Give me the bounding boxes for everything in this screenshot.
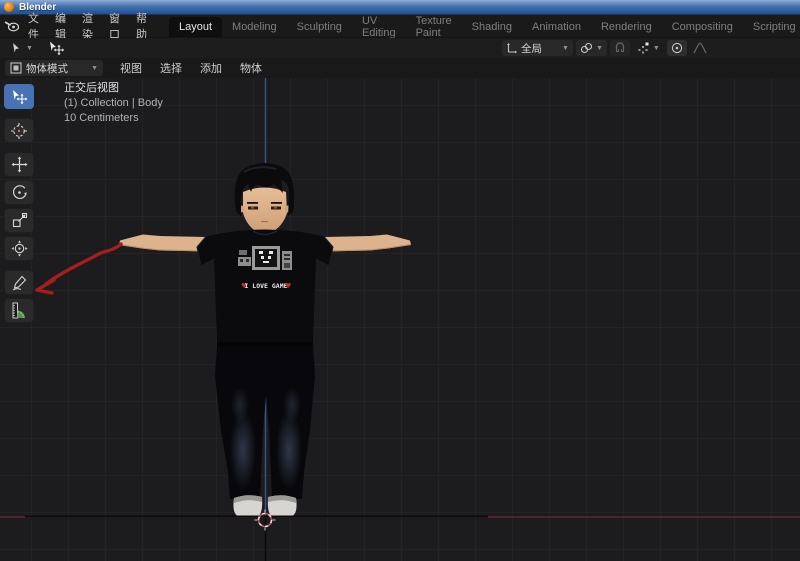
pants-knee-highlight-left (231, 387, 249, 423)
os-title-bar[interactable]: Blender (0, 0, 800, 15)
menu-object[interactable]: 物体 (231, 60, 271, 76)
tool-cursor[interactable] (4, 118, 34, 143)
pivot-point-dropdown[interactable]: ▼ (575, 40, 607, 56)
pants-shin-highlight-right (276, 410, 302, 490)
rotate-icon (12, 185, 27, 199)
move-icon (11, 156, 27, 173)
tweak-tool-icon[interactable] (47, 41, 65, 56)
snap-target-icon (637, 42, 650, 54)
right-eye-glint (274, 207, 277, 209)
tool-scale[interactable] (4, 208, 34, 233)
cursor-tool-icon (11, 122, 27, 139)
annotate-pencil-icon (12, 275, 26, 291)
tool-annotate[interactable] (4, 270, 34, 295)
tab-shading[interactable]: Shading (462, 17, 522, 37)
viewport-3d[interactable] (0, 78, 800, 561)
pivot-point-icon (580, 42, 593, 54)
transform-orientation-dropdown[interactable]: 全局 ▼ (502, 40, 573, 56)
menu-render[interactable]: 渲染 (74, 13, 101, 41)
chevron-down-icon: ▼ (595, 44, 603, 52)
pants-shin-highlight-left (230, 410, 256, 490)
tool-settings-bar: ▼ 全局 ▼ ▼ ▼ (0, 38, 800, 58)
tweak-select-icon (13, 89, 28, 104)
menu-file[interactable]: 文件 (20, 13, 47, 41)
snap-toggle-button[interactable] (609, 40, 630, 56)
viewport-menus: 视图 选择 添加 物体 (111, 60, 271, 76)
tab-uv-editing[interactable]: UV Editing (352, 15, 406, 39)
tool-move[interactable] (4, 152, 34, 177)
menu-select[interactable]: 选择 (151, 60, 191, 76)
scale-icon (12, 213, 27, 228)
snap-settings-dropdown[interactable]: ▼ (633, 40, 664, 56)
tab-scripting[interactable]: Scripting (743, 17, 800, 37)
orientation-global-icon (506, 42, 518, 54)
transform-icon (11, 240, 27, 257)
chevron-down-icon: ▼ (91, 64, 98, 72)
falloff-curve-icon (693, 42, 707, 54)
shirt-heart-right: ♥ (285, 282, 291, 290)
menu-edit[interactable]: 编辑 (47, 13, 74, 41)
tool-measure[interactable] (4, 298, 34, 323)
orientation-label: 全局 (521, 42, 542, 55)
tool-cursor-icon (10, 42, 23, 55)
proportional-editing-icon (671, 42, 683, 54)
blender-window: Blender 文件 编辑 渲染 窗口 帮助 Layout Modeling S… (0, 0, 800, 561)
chevron-down-icon: ▼ (26, 44, 33, 52)
tab-texture-paint[interactable]: Texture Paint (406, 15, 462, 39)
shirt-text: I LOVE GAME (244, 282, 287, 290)
mode-label: 物体模式 (26, 62, 68, 75)
top-menu-bar: 文件 编辑 渲染 窗口 帮助 Layout Modeling Sculpting… (0, 13, 800, 41)
tab-compositing[interactable]: Compositing (662, 17, 743, 37)
proportional-falloff-dropdown[interactable] (690, 40, 710, 56)
object-mode-icon (10, 62, 22, 74)
measure-ruler-icon (12, 302, 25, 319)
chevron-down-icon: ▼ (652, 44, 660, 52)
workspace-tabs: Layout Modeling Sculpting UV Editing Tex… (169, 15, 800, 39)
active-tool-selector[interactable]: ▼ (6, 40, 37, 56)
left-eyebrow (247, 202, 258, 204)
left-eye-glint (251, 207, 254, 209)
tab-rendering[interactable]: Rendering (591, 17, 662, 37)
proportional-editing-button[interactable] (666, 40, 687, 56)
tool-tweak-select[interactable] (4, 84, 34, 109)
blender-logo-icon[interactable] (4, 17, 20, 35)
tab-layout[interactable]: Layout (169, 17, 223, 37)
menu-help[interactable]: 帮助 (128, 13, 155, 41)
tool-rotate[interactable] (4, 180, 34, 205)
right-eyebrow (271, 202, 282, 204)
magnet-icon (614, 42, 626, 54)
mode-dropdown[interactable]: 物体模式 ▼ (5, 60, 103, 76)
tool-shelf (4, 84, 34, 323)
pants-knee-highlight-right (283, 387, 301, 423)
menu-add[interactable]: 添加 (191, 60, 231, 76)
viewport-header: 物体模式 ▼ 视图 选择 添加 物体 (0, 58, 800, 78)
tab-animation[interactable]: Animation (522, 17, 591, 37)
shirt-hem-shadow (217, 342, 313, 346)
tool-transform[interactable] (4, 236, 34, 261)
chevron-down-icon: ▼ (562, 44, 569, 52)
blender-app-icon (4, 2, 14, 12)
mouth (261, 221, 268, 223)
menu-view[interactable]: 视图 (111, 60, 151, 76)
tab-sculpting[interactable]: Sculpting (287, 17, 352, 37)
menu-window[interactable]: 窗口 (101, 13, 128, 41)
tab-modeling[interactable]: Modeling (222, 17, 287, 37)
